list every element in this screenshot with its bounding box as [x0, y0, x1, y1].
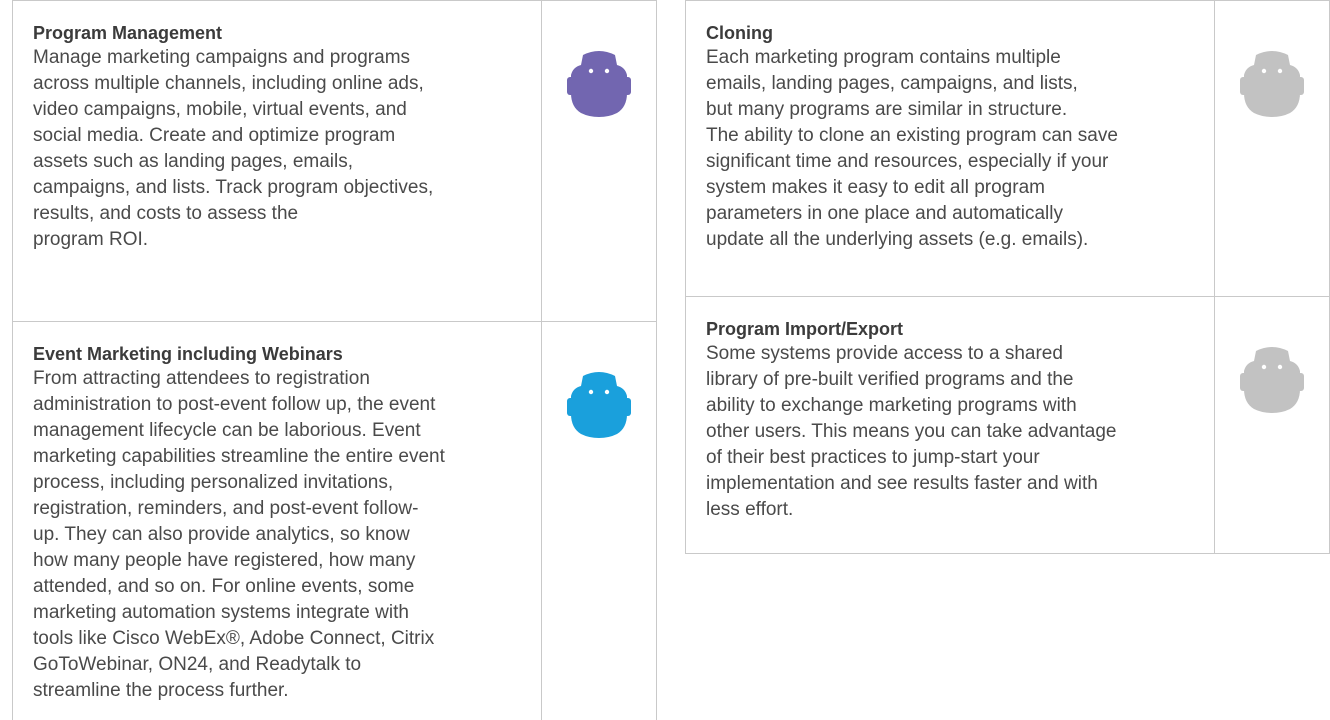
feature-text-cell: Event Marketing including Webinars From … — [13, 322, 542, 720]
feature-icon-cell — [542, 1, 656, 321]
feature-description: From attracting attendees to registratio… — [33, 368, 445, 701]
feature-title: Program Management — [33, 23, 223, 43]
feature-title: Program Import/Export — [706, 319, 904, 339]
feature-row-cloning: Cloning Each marketing program contains … — [685, 0, 1330, 296]
feature-text-cell: Cloning Each marketing program contains … — [686, 1, 1215, 296]
robot-mascot-icon — [567, 370, 631, 720]
robot-mascot-icon — [567, 49, 631, 321]
robot-mascot-icon — [1240, 49, 1304, 296]
features-column-left: Program Management Manage marketing camp… — [12, 0, 657, 720]
feature-description: Each marketing program contains multiple… — [706, 47, 1118, 250]
feature-row-program-management: Program Management Manage marketing camp… — [12, 0, 657, 321]
feature-title: Cloning — [706, 23, 773, 43]
feature-row-event-marketing: Event Marketing including Webinars From … — [12, 322, 657, 720]
feature-icon-cell — [542, 322, 656, 720]
feature-icon-cell — [1215, 1, 1329, 296]
feature-description: Some systems provide access to a shared … — [706, 343, 1117, 520]
feature-text-cell: Program Import/Export Some systems provi… — [686, 297, 1215, 553]
feature-icon-cell — [1215, 297, 1329, 553]
feature-title: Event Marketing including Webinars — [33, 344, 343, 364]
feature-row-import-export: Program Import/Export Some systems provi… — [685, 297, 1330, 554]
feature-text-cell: Program Management Manage marketing camp… — [13, 1, 542, 321]
features-column-right: Cloning Each marketing program contains … — [685, 0, 1330, 554]
robot-mascot-icon — [1240, 345, 1304, 553]
feature-description: Manage marketing campaigns and programs … — [33, 47, 434, 250]
